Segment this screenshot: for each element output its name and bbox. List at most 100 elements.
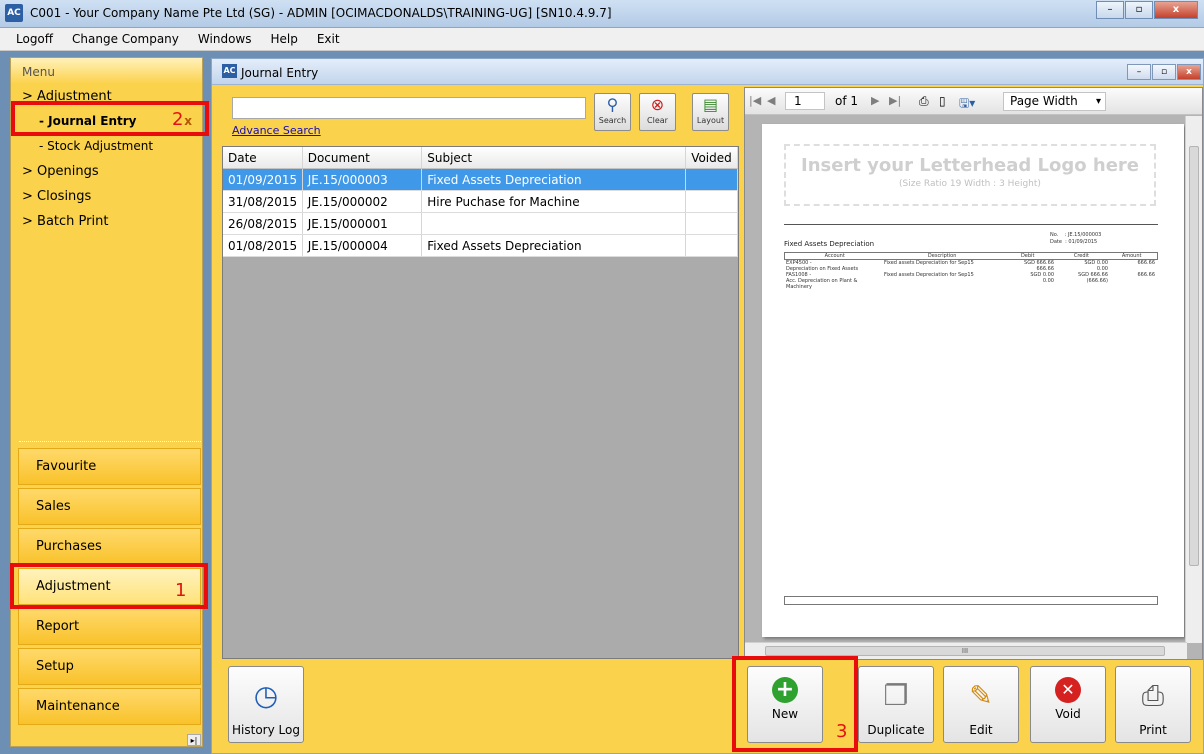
maximize-button[interactable]: ▫ bbox=[1125, 1, 1153, 19]
search-button[interactable]: ⚲ Search bbox=[594, 93, 631, 131]
void-icon: ✕ bbox=[1055, 677, 1081, 703]
menu-change-company[interactable]: Change Company bbox=[72, 32, 179, 46]
step-3-label: 3 bbox=[836, 721, 848, 742]
duplicate-label: Duplicate bbox=[867, 723, 925, 737]
page-number-input[interactable]: 1 bbox=[785, 92, 825, 110]
document-meta: No. : JE.15/000003 Date : 01/09/2015 bbox=[1050, 232, 1101, 246]
cell-document: JE.15/000001 bbox=[303, 213, 423, 234]
window-title: C001 - Your Company Name Pte Ltd (SG) - … bbox=[30, 6, 612, 20]
doc-col-description: Description bbox=[927, 253, 957, 259]
doc-cell bbox=[1108, 284, 1158, 290]
nav-purchases[interactable]: Purchases bbox=[18, 528, 201, 565]
printer-icon: ⎙ bbox=[1141, 679, 1165, 712]
history-log-button[interactable]: ◷ History Log bbox=[228, 666, 304, 743]
journal-minimize-button[interactable]: – bbox=[1127, 64, 1151, 80]
menu-bar: Logoff Change Company Windows Help Exit bbox=[0, 28, 1204, 51]
meta-no-value: : JE.15/000003 bbox=[1064, 232, 1102, 238]
pencil-icon: ✎ bbox=[969, 679, 993, 712]
title-bar: AC C001 - Your Company Name Pte Ltd (SG)… bbox=[0, 0, 1204, 28]
tree-item-stock-adjustment[interactable]: - Stock Adjustment bbox=[11, 134, 202, 159]
table-row[interactable]: 31/08/2015 JE.15/000002 Hire Puchase for… bbox=[223, 191, 738, 213]
print-button[interactable]: ⎙ Print bbox=[1115, 666, 1191, 743]
scroll-thumb[interactable]: III bbox=[765, 646, 1165, 656]
letterhead-text: Insert your Letterhead Logo here bbox=[801, 155, 1139, 176]
page-count: of 1 bbox=[835, 94, 859, 108]
menu-logoff[interactable]: Logoff bbox=[16, 32, 53, 46]
scroll-thumb[interactable] bbox=[1189, 146, 1199, 566]
duplicate-button[interactable]: ❐ Duplicate bbox=[858, 666, 934, 743]
doc-cell bbox=[1000, 284, 1054, 290]
tree-item-closings[interactable]: > Closings bbox=[11, 184, 202, 209]
journal-close-button[interactable]: x bbox=[1177, 64, 1201, 80]
search-icon: ⚲ bbox=[606, 95, 619, 114]
last-page-icon[interactable]: ▶| bbox=[889, 94, 901, 107]
preview-vertical-scrollbar[interactable] bbox=[1185, 116, 1202, 643]
expand-arrow-icon[interactable]: ▸| bbox=[187, 734, 201, 746]
journal-title-bar: AC Journal Entry – ▫ x bbox=[212, 59, 1203, 85]
nav-sales[interactable]: Sales bbox=[18, 488, 201, 525]
table-row[interactable]: 01/08/2015 JE.15/000004 Fixed Assets Dep… bbox=[223, 235, 738, 257]
menu-help[interactable]: Help bbox=[270, 32, 297, 46]
page-setup-icon[interactable]: ▯ bbox=[939, 94, 946, 108]
cell-subject: Hire Puchase for Machine bbox=[422, 191, 687, 212]
edit-button[interactable]: ✎ Edit bbox=[943, 666, 1019, 743]
column-date[interactable]: Date bbox=[223, 147, 303, 168]
zoom-select[interactable]: Page Width bbox=[1003, 92, 1106, 111]
close-button[interactable]: x bbox=[1154, 1, 1198, 19]
sidebar-header: Menu bbox=[11, 58, 202, 84]
layout-button[interactable]: ▤ Layout bbox=[692, 93, 729, 131]
tree-item-openings[interactable]: > Openings bbox=[11, 159, 202, 184]
journal-title: Journal Entry bbox=[241, 66, 319, 80]
journal-app-icon: AC bbox=[222, 64, 237, 78]
cell-date: 26/08/2015 bbox=[223, 213, 303, 234]
nav-setup[interactable]: Setup bbox=[18, 648, 201, 685]
advance-search-link[interactable]: Advance Search bbox=[232, 124, 321, 137]
cell-date: 01/08/2015 bbox=[223, 235, 303, 256]
cell-subject bbox=[422, 213, 687, 234]
export-icon[interactable]: 🖫▾ bbox=[959, 94, 975, 115]
table-row[interactable]: 01/09/2015 JE.15/000003 Fixed Assets Dep… bbox=[223, 169, 738, 191]
menu-windows[interactable]: Windows bbox=[198, 32, 252, 46]
void-button[interactable]: ✕ Void bbox=[1030, 666, 1106, 743]
next-page-icon[interactable]: ▶ bbox=[871, 94, 879, 107]
report-preview: |◀ ◀ 1 of 1 ▶ ▶| ⎙ ▯ 🖫▾ Page Width Inser… bbox=[744, 87, 1203, 660]
print-preview-icon[interactable]: ⎙ bbox=[919, 94, 929, 109]
prev-page-icon[interactable]: ◀ bbox=[767, 94, 775, 107]
duplicate-icon: ❐ bbox=[883, 679, 909, 712]
meta-date-label: Date bbox=[1050, 239, 1062, 245]
journal-maximize-button[interactable]: ▫ bbox=[1152, 64, 1176, 80]
step-2-label: 2 bbox=[172, 109, 184, 130]
sidebar: Menu > Adjustment - Journal Entry x - St… bbox=[10, 57, 203, 747]
clock-icon: ◷ bbox=[253, 679, 279, 712]
app-logo-icon: AC bbox=[5, 4, 23, 22]
cell-voided bbox=[686, 191, 738, 212]
clear-button[interactable]: ⊗ Clear bbox=[639, 93, 676, 131]
tree-item-batch-print[interactable]: > Batch Print bbox=[11, 209, 202, 234]
nav-report[interactable]: Report bbox=[18, 608, 201, 645]
window-controls: – ▫ x bbox=[1095, 1, 1198, 19]
clear-icon: ⊗ bbox=[650, 95, 665, 114]
cell-voided bbox=[686, 169, 738, 190]
column-subject[interactable]: Subject bbox=[422, 147, 687, 168]
column-document[interactable]: Document bbox=[303, 147, 423, 168]
nav-favourite[interactable]: Favourite bbox=[18, 448, 201, 485]
menu-exit[interactable]: Exit bbox=[317, 32, 340, 46]
header-rule bbox=[784, 224, 1158, 225]
letterhead-ratio: (Size Ratio 19 Width : 3 Height) bbox=[899, 179, 1041, 189]
table-row[interactable]: 26/08/2015 JE.15/000001 bbox=[223, 213, 738, 235]
cell-voided bbox=[686, 235, 738, 256]
cell-date: 01/09/2015 bbox=[223, 169, 303, 190]
layout-icon: ▤ bbox=[702, 95, 719, 114]
minimize-button[interactable]: – bbox=[1096, 1, 1124, 19]
document-lines-header: Account Description Debit Credit Amount bbox=[784, 252, 1158, 260]
nav-maintenance[interactable]: Maintenance bbox=[18, 688, 201, 725]
sidebar-splitter[interactable] bbox=[19, 441, 201, 443]
column-voided[interactable]: Voided bbox=[686, 147, 738, 168]
cell-document: JE.15/000002 bbox=[303, 191, 423, 212]
document-subject: Fixed Assets Depreciation bbox=[784, 240, 875, 248]
first-page-icon[interactable]: |◀ bbox=[749, 94, 761, 107]
search-button-label: Search bbox=[598, 116, 627, 125]
cell-document: JE.15/000004 bbox=[303, 235, 423, 256]
search-input[interactable] bbox=[232, 97, 586, 119]
print-label: Print bbox=[1139, 723, 1167, 737]
